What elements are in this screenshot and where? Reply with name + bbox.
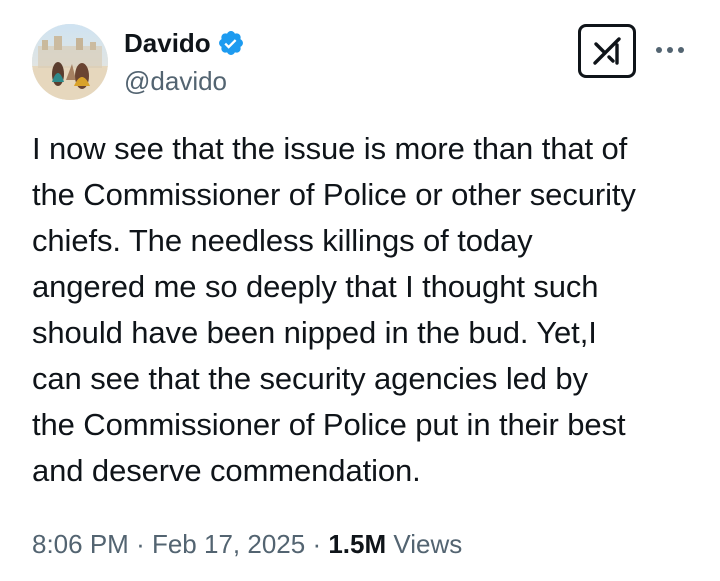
verified-badge-icon[interactable] [217,29,245,57]
tweet-text: I now see that the issue is more than th… [32,131,636,488]
author-avatar[interactable] [32,24,108,100]
tweet-date[interactable]: Feb 17, 2025 [152,529,305,559]
views-count[interactable]: 1.5M [328,529,386,559]
tweet-card: Davido @davido I now see that the issue … [0,0,720,581]
views-label: Views [393,529,463,559]
meta-separator: · [312,529,322,559]
avatar-image [32,24,108,100]
tweet-metadata: 8:06 PM · Feb 17, 2025 · 1.5M Views [32,524,462,564]
author-name-row: Davido [124,26,245,60]
more-options-button[interactable] [654,34,686,66]
grok-button[interactable] [578,24,636,78]
more-horizontal-icon [656,47,684,53]
tweet-time[interactable]: 8:06 PM [32,529,129,559]
grok-icon [593,37,621,65]
author-handle[interactable]: @davido [124,64,227,98]
meta-separator: · [136,529,145,559]
author-display-name[interactable]: Davido [124,26,211,60]
